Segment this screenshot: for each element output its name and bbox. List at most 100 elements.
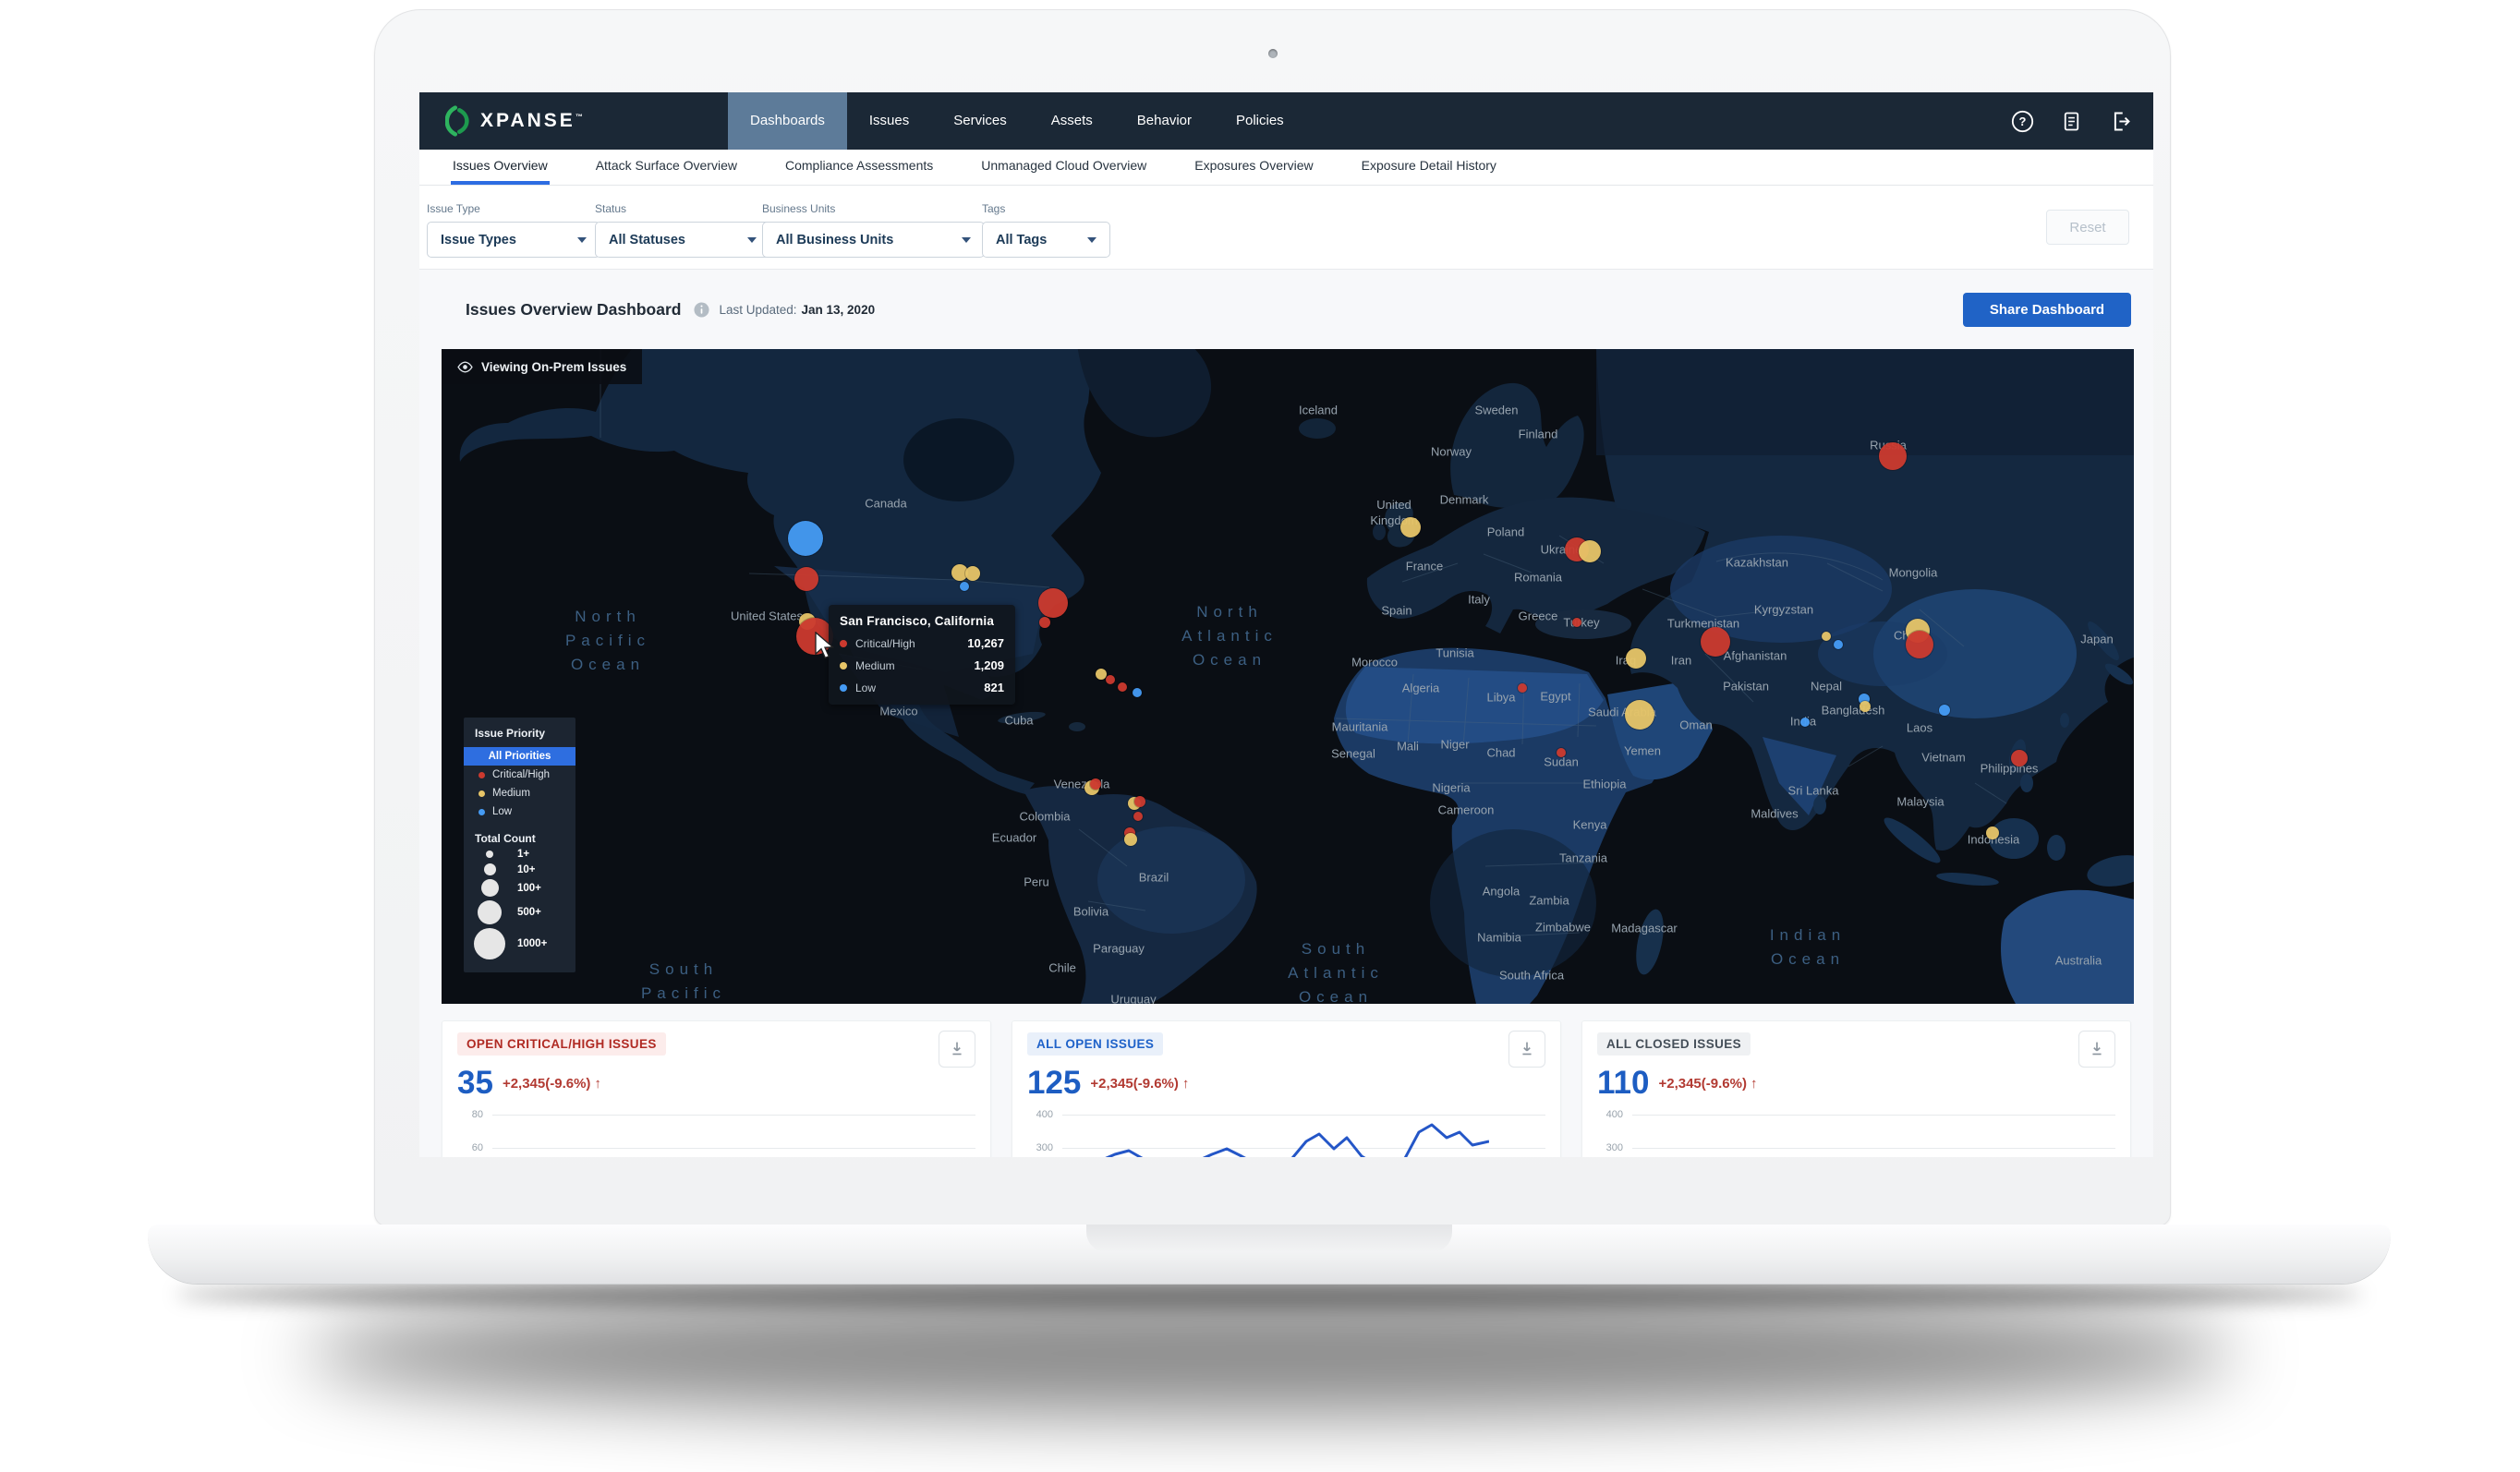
map-issue-marker-blue[interactable] xyxy=(1939,705,1950,716)
nav-item-issues[interactable]: Issues xyxy=(847,92,931,150)
trend-up-arrow: ↑ xyxy=(1751,1076,1758,1092)
tooltip-row-medium: Medium1,209 xyxy=(840,658,1004,672)
map-issue-marker-yellow[interactable] xyxy=(1579,540,1601,562)
nav-item-behavior[interactable]: Behavior xyxy=(1115,92,1214,150)
issues-world-map[interactable]: CanadaUnited StatesMexicoCubaVenezuelaCo… xyxy=(442,349,2134,1004)
tab-issues-overview[interactable]: Issues Overview xyxy=(451,150,550,185)
stat-cards-row: OPEN CRITICAL/HIGH ISSUES 35 +2,345(-9.6… xyxy=(442,1020,2131,1157)
map-issue-marker-blue[interactable] xyxy=(1133,688,1142,697)
brand-logo[interactable]: XPANSE™ xyxy=(445,92,583,150)
tab-attack-surface-overview[interactable]: Attack Surface Overview xyxy=(594,150,739,185)
map-issue-marker-red[interactable] xyxy=(1701,627,1730,657)
legend-size-row: 500+ xyxy=(464,900,575,924)
nav-icon-group: ? xyxy=(2010,92,2133,150)
logout-icon[interactable] xyxy=(2108,109,2133,134)
map-ocean-label: South Pacific Ocean xyxy=(641,958,726,1004)
size-circle-box xyxy=(473,851,506,858)
download-icon xyxy=(947,1039,967,1059)
map-issue-marker-yellow[interactable] xyxy=(1400,517,1421,537)
brand-name: XPANSE™ xyxy=(480,110,583,132)
map-view-badge-label: Viewing On-Prem Issues xyxy=(481,360,626,374)
map-issue-marker-blue[interactable] xyxy=(960,582,969,591)
nav-item-assets[interactable]: Assets xyxy=(1029,92,1115,150)
map-country-label-peru: Peru xyxy=(1024,875,1048,890)
issue-type-dropdown[interactable]: Issue Types xyxy=(427,222,600,258)
laptop-camera-dot xyxy=(1268,49,1278,58)
nav-item-dashboards[interactable]: Dashboards xyxy=(728,92,847,150)
card-delta: +2,345(-9.6%)↑ xyxy=(503,1076,601,1092)
map-issue-marker-red[interactable] xyxy=(1906,631,1933,658)
map-issue-marker-blue[interactable] xyxy=(788,521,823,556)
legend-count-title: Total Count xyxy=(464,832,575,845)
map-issue-marker-red[interactable] xyxy=(1879,442,1907,470)
map-view-badge: Viewing On-Prem Issues xyxy=(442,349,642,384)
release-notes-icon[interactable] xyxy=(2059,109,2084,134)
status-dropdown[interactable]: All Statuses xyxy=(595,222,770,258)
legend-priority-critical-high[interactable]: Critical/High xyxy=(464,766,575,784)
download-icon-button[interactable] xyxy=(2078,1031,2115,1068)
map-issue-marker-yellow[interactable] xyxy=(965,566,980,581)
business-units-dropdown[interactable]: All Business Units xyxy=(762,222,985,258)
map-country-label-greece: Greece xyxy=(1519,609,1558,624)
legend-priority-medium[interactable]: Medium xyxy=(464,784,575,802)
tab-exposures-overview[interactable]: Exposures Overview xyxy=(1193,150,1315,185)
legend-priority-rows: Critical/HighMediumLow xyxy=(464,766,575,821)
map-country-label-mauritania: Mauritania xyxy=(1332,719,1388,735)
share-dashboard-button[interactable]: Share Dashboard xyxy=(1963,293,2131,327)
map-issue-marker-red[interactable] xyxy=(1572,618,1581,627)
help-icon[interactable]: ? xyxy=(2010,109,2035,134)
map-issue-marker-yellow[interactable] xyxy=(1822,632,1831,641)
nav-item-policies[interactable]: Policies xyxy=(1214,92,1306,150)
info-icon[interactable] xyxy=(694,302,709,318)
tags-dropdown[interactable]: All Tags xyxy=(982,222,1110,258)
map-issue-marker-red[interactable] xyxy=(794,567,818,591)
map-issue-marker-red[interactable] xyxy=(2011,750,2028,766)
y-tick: 400 xyxy=(1027,1109,1053,1120)
priority-dot-icon xyxy=(840,684,847,692)
xpanse-logo-icon xyxy=(445,103,470,139)
map-issue-marker-yellow[interactable] xyxy=(1625,700,1654,730)
map-issue-marker-red[interactable] xyxy=(1134,796,1145,807)
trademark: ™ xyxy=(575,113,583,121)
priority-dot-icon xyxy=(840,640,847,647)
tab-unmanaged-cloud-overview[interactable]: Unmanaged Cloud Overview xyxy=(979,150,1148,185)
map-issue-marker-blue[interactable] xyxy=(1800,718,1810,727)
legend-priority-low[interactable]: Low xyxy=(464,802,575,821)
map-country-label-australia: Australia xyxy=(2055,953,2102,969)
map-issue-marker-red[interactable] xyxy=(1118,682,1127,692)
legend-all-priorities[interactable]: All Priorities xyxy=(464,747,575,766)
map-country-label-senegal: Senegal xyxy=(1331,746,1375,762)
map-issue-marker-yellow[interactable] xyxy=(1124,833,1137,846)
download-icon-button[interactable] xyxy=(1508,1031,1545,1068)
legend-size-row: 10+ xyxy=(464,863,575,875)
map-country-label-mongolia: Mongolia xyxy=(1889,565,1938,581)
legend-size-label: 1+ xyxy=(517,849,529,860)
legend-size-row: 1+ xyxy=(464,849,575,860)
map-country-label-japan: Japan xyxy=(2080,632,2113,647)
tab-exposure-detail-history[interactable]: Exposure Detail History xyxy=(1360,150,1498,185)
download-icon-button[interactable] xyxy=(939,1031,975,1068)
map-country-label-norway: Norway xyxy=(1431,444,1472,460)
map-issue-marker-blue[interactable] xyxy=(1834,640,1843,649)
map-issue-marker-red[interactable] xyxy=(1133,812,1143,821)
card-delta: +2,345(-9.6%)↑ xyxy=(1658,1076,1757,1092)
map-issue-marker-yellow[interactable] xyxy=(1986,826,1999,839)
map-country-label-spain: Spain xyxy=(1381,603,1411,619)
tab-compliance-assessments[interactable]: Compliance Assessments xyxy=(783,150,935,185)
map-issue-marker-red[interactable] xyxy=(1106,675,1115,684)
map-issue-marker-red[interactable] xyxy=(1518,683,1527,693)
priority-dot-icon xyxy=(479,809,485,815)
map-issue-marker-red[interactable] xyxy=(1090,778,1101,790)
map-country-label-malaysia: Malaysia xyxy=(1896,794,1944,810)
map-issue-marker-red[interactable] xyxy=(1039,617,1050,628)
map-issue-marker-yellow[interactable] xyxy=(1860,701,1871,712)
priority-dot-icon xyxy=(479,790,485,797)
map-country-label-france: France xyxy=(1406,559,1443,574)
map-issue-marker-red[interactable] xyxy=(1038,588,1068,618)
map-country-label-nepal: Nepal xyxy=(1811,679,1842,694)
map-issue-marker-yellow[interactable] xyxy=(1626,648,1646,669)
map-issue-marker-red[interactable] xyxy=(1557,748,1566,757)
nav-item-services[interactable]: Services xyxy=(931,92,1029,150)
tooltip-row-low: Low821 xyxy=(840,681,1004,694)
reset-button[interactable]: Reset xyxy=(2046,210,2129,245)
